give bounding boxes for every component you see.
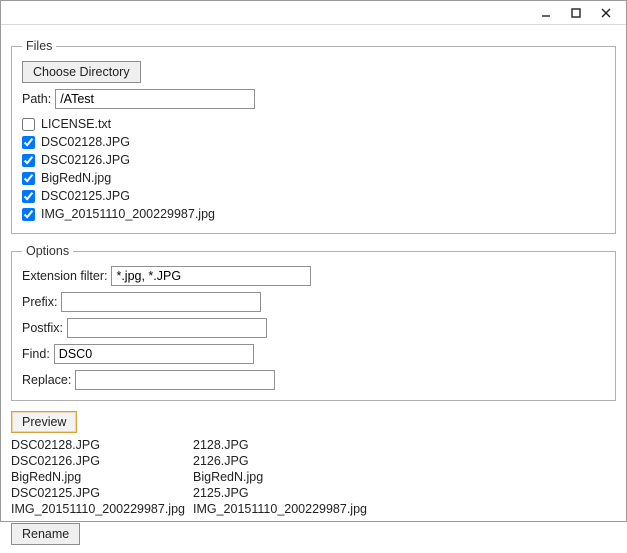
find-input[interactable]	[54, 344, 254, 364]
preview-button[interactable]: Preview	[11, 411, 77, 433]
file-list: LICENSE.txt DSC02128.JPG DSC02126.JPG Bi…	[22, 115, 605, 223]
file-checkbox[interactable]	[22, 208, 35, 221]
minimize-icon	[541, 8, 551, 18]
postfix-label: Postfix:	[22, 321, 63, 335]
files-legend: Files	[22, 39, 56, 53]
prefix-input[interactable]	[61, 292, 261, 312]
titlebar	[1, 1, 626, 25]
maximize-icon	[571, 8, 581, 18]
file-checkbox[interactable]	[22, 190, 35, 203]
content-area: Files Choose Directory Path: LICENSE.txt…	[1, 25, 626, 553]
file-name: IMG_20151110_200229987.jpg	[41, 207, 215, 221]
preview-from: DSC02125.JPG	[11, 485, 193, 501]
table-row: DSC02128.JPG 2128.JPG	[11, 437, 375, 453]
files-group: Files Choose Directory Path: LICENSE.txt…	[11, 39, 616, 234]
maximize-button[interactable]	[562, 3, 590, 23]
list-item: LICENSE.txt	[22, 115, 605, 133]
extension-filter-label: Extension filter:	[22, 269, 107, 283]
list-item: DSC02128.JPG	[22, 133, 605, 151]
replace-input[interactable]	[75, 370, 275, 390]
options-group: Options Extension filter: Prefix: Postfi…	[11, 244, 616, 401]
preview-to: 2125.JPG	[193, 485, 375, 501]
preview-to: BigRedN.jpg	[193, 469, 375, 485]
preview-to: 2128.JPG	[193, 437, 375, 453]
app-window: Files Choose Directory Path: LICENSE.txt…	[0, 0, 627, 522]
options-legend: Options	[22, 244, 73, 258]
file-name: LICENSE.txt	[41, 117, 111, 131]
list-item: IMG_20151110_200229987.jpg	[22, 205, 605, 223]
prefix-label: Prefix:	[22, 295, 57, 309]
extension-filter-input[interactable]	[111, 266, 311, 286]
preview-table: DSC02128.JPG 2128.JPG DSC02126.JPG 2126.…	[11, 437, 375, 517]
preview-from: BigRedN.jpg	[11, 469, 193, 485]
choose-directory-button[interactable]: Choose Directory	[22, 61, 141, 83]
preview-to: IMG_20151110_200229987.jpg	[193, 501, 375, 517]
preview-from: DSC02128.JPG	[11, 437, 193, 453]
file-checkbox[interactable]	[22, 118, 35, 131]
file-checkbox[interactable]	[22, 154, 35, 167]
list-item: DSC02126.JPG	[22, 151, 605, 169]
file-name: BigRedN.jpg	[41, 171, 111, 185]
replace-label: Replace:	[22, 373, 71, 387]
postfix-input[interactable]	[67, 318, 267, 338]
list-item: BigRedN.jpg	[22, 169, 605, 187]
file-name: DSC02126.JPG	[41, 153, 130, 167]
path-input[interactable]	[55, 89, 255, 109]
close-button[interactable]	[592, 3, 620, 23]
minimize-button[interactable]	[532, 3, 560, 23]
table-row: IMG_20151110_200229987.jpg IMG_20151110_…	[11, 501, 375, 517]
file-name: DSC02128.JPG	[41, 135, 130, 149]
find-label: Find:	[22, 347, 50, 361]
preview-from: IMG_20151110_200229987.jpg	[11, 501, 193, 517]
file-checkbox[interactable]	[22, 136, 35, 149]
table-row: DSC02126.JPG 2126.JPG	[11, 453, 375, 469]
table-row: BigRedN.jpg BigRedN.jpg	[11, 469, 375, 485]
rename-button[interactable]: Rename	[11, 523, 80, 545]
list-item: DSC02125.JPG	[22, 187, 605, 205]
close-icon	[601, 8, 611, 18]
file-name: DSC02125.JPG	[41, 189, 130, 203]
path-label: Path:	[22, 92, 51, 106]
file-checkbox[interactable]	[22, 172, 35, 185]
preview-from: DSC02126.JPG	[11, 453, 193, 469]
table-row: DSC02125.JPG 2125.JPG	[11, 485, 375, 501]
preview-to: 2126.JPG	[193, 453, 375, 469]
